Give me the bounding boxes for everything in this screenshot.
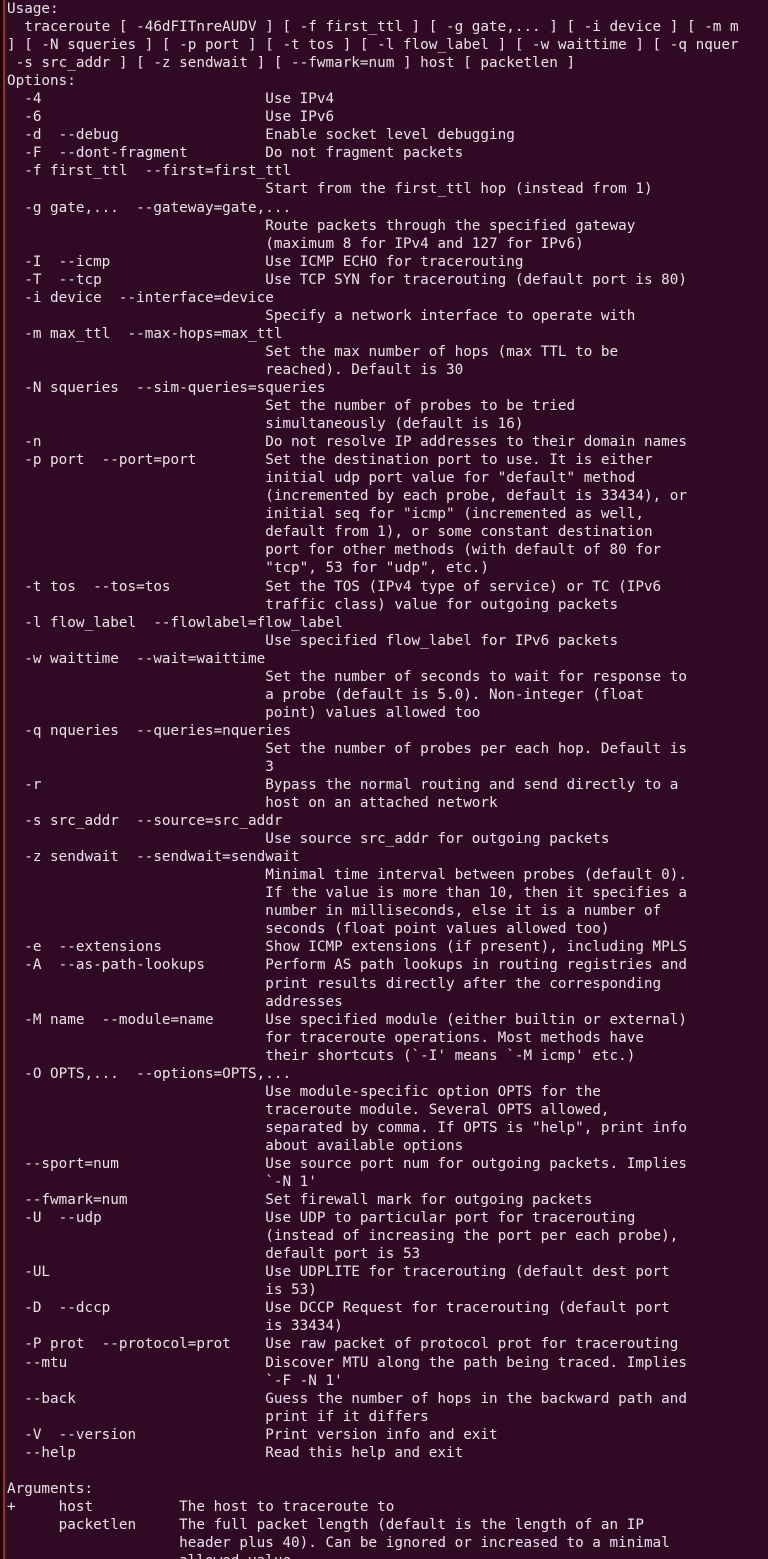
terminal-line: -e --extensions Show ICMP extensions (if… bbox=[7, 939, 687, 956]
terminal-line: traceroute [ -46dFITnreAUDV ] [ -f first… bbox=[7, 19, 739, 36]
terminal-line: print if it differs bbox=[7, 1408, 429, 1425]
terminal-line: -p port --port=port Set the destination … bbox=[7, 452, 653, 469]
terminal-line: Specify a network interface to operate w… bbox=[7, 307, 636, 324]
terminal-line: initial udp port value for "default" met… bbox=[7, 470, 636, 487]
terminal-line: -d --debug Enable socket level debugging bbox=[7, 127, 515, 144]
terminal-line: ] [ -N squeries ] [ -p port ] [ -t tos ]… bbox=[7, 37, 739, 54]
terminal-line: a probe (default is 5.0). Non-integer (f… bbox=[7, 686, 644, 703]
terminal-line: --back Guess the number of hops in the b… bbox=[7, 1390, 687, 1407]
terminal-line: default from 1), or some constant destin… bbox=[7, 524, 653, 541]
terminal-line: `-N 1' bbox=[7, 1174, 317, 1191]
terminal-line: Use module-specific option OPTS for the bbox=[7, 1083, 601, 1100]
terminal-line: seconds (float point values allowed too) bbox=[7, 921, 610, 938]
terminal-line: Minimal time interval between probes (de… bbox=[7, 867, 687, 884]
terminal-line: -N squeries --sim-queries=squeries bbox=[7, 379, 326, 396]
terminal-line: -D --dccp Use DCCP Request for tracerout… bbox=[7, 1300, 670, 1317]
terminal-window[interactable]: Usage: traceroute [ -46dFITnreAUDV ] [ -… bbox=[0, 0, 768, 1559]
terminal-line: -r Bypass the normal routing and send di… bbox=[7, 777, 679, 794]
window-border-accent bbox=[3, 0, 5, 1559]
terminal-screen[interactable]: Usage: traceroute [ -46dFITnreAUDV ] [ -… bbox=[7, 0, 768, 1559]
terminal-line: -l flow_label --flowlabel=flow_label bbox=[7, 614, 343, 631]
terminal-line: (instead of increasing the port per each… bbox=[7, 1228, 679, 1245]
terminal-line: --sport=num Use source port num for outg… bbox=[7, 1156, 687, 1172]
terminal-line: -w waittime --wait=waittime bbox=[7, 650, 266, 667]
terminal-line: simultaneously (default is 16) bbox=[7, 416, 524, 433]
terminal-line: -V --version Print version info and exit bbox=[7, 1426, 498, 1443]
terminal-line: Set the max number of hops (max TTL to b… bbox=[7, 343, 619, 360]
terminal-line: -UL Use UDPLITE for tracerouting (defaul… bbox=[7, 1264, 670, 1281]
terminal-line: Options: bbox=[7, 73, 76, 90]
terminal-line: -i device --interface=device bbox=[7, 289, 274, 306]
terminal-line: default port is 53 bbox=[7, 1246, 421, 1263]
terminal-line: 3 bbox=[7, 758, 274, 775]
terminal-line: port for other methods (with default of … bbox=[7, 542, 662, 559]
terminal-line: is 53) bbox=[7, 1282, 317, 1299]
terminal-line: (incremented by each probe, default is 3… bbox=[7, 488, 687, 505]
terminal-line: -g gate,... --gateway=gate,... bbox=[7, 199, 292, 216]
window-border-outer bbox=[0, 0, 3, 1559]
terminal-line: "tcp", 53 for "udp", etc.) bbox=[7, 560, 490, 577]
terminal-line: -A --as-path-lookups Perform AS path loo… bbox=[7, 957, 687, 974]
terminal-line: + host The host to traceroute to bbox=[7, 1498, 395, 1515]
terminal-line: about available options bbox=[7, 1137, 464, 1154]
terminal-line: -s src_addr ] [ -z sendwait ] [ --fwmark… bbox=[7, 55, 576, 72]
terminal-line: --help Read this help and exit bbox=[7, 1444, 464, 1461]
terminal-line: traceroute module. Several OPTS allowed, bbox=[7, 1101, 610, 1118]
terminal-line: packetlen The full packet length (defaul… bbox=[7, 1516, 644, 1533]
terminal-line: Set the number of probes per each hop. D… bbox=[7, 740, 687, 757]
terminal-line: their shortcuts (`-I' means `-M icmp' et… bbox=[7, 1047, 636, 1064]
terminal-line: Use source src_addr for outgoing packets bbox=[7, 831, 610, 848]
terminal-line: initial seq for "icmp" (incremented as w… bbox=[7, 506, 644, 523]
terminal-line: Set the number of seconds to wait for re… bbox=[7, 668, 687, 685]
terminal-line: -4 Use IPv4 bbox=[7, 91, 335, 108]
terminal-line: reached). Default is 30 bbox=[7, 361, 464, 378]
terminal-line: --fwmark=num Set firewall mark for outgo… bbox=[7, 1192, 593, 1209]
terminal-line: Use specified flow_label for IPv6 packet… bbox=[7, 632, 619, 649]
terminal-line: -T --tcp Use TCP SYN for tracerouting (d… bbox=[7, 271, 687, 288]
terminal-line: -z sendwait --sendwait=sendwait bbox=[7, 849, 300, 866]
terminal-line: -m max_ttl --max-hops=max_ttl bbox=[7, 325, 283, 342]
terminal-line: addresses bbox=[7, 993, 343, 1010]
terminal-line: Route packets through the specified gate… bbox=[7, 217, 636, 234]
terminal-line: is 33434) bbox=[7, 1318, 343, 1335]
terminal-line: -F --dont-fragment Do not fragment packe… bbox=[7, 145, 464, 162]
terminal-line: -6 Use IPv6 bbox=[7, 109, 335, 126]
terminal-line: -n Do not resolve IP addresses to their … bbox=[7, 434, 687, 451]
terminal-line: traffic class) value for outgoing packet… bbox=[7, 596, 619, 613]
terminal-line: -U --udp Use UDP to particular port for … bbox=[7, 1210, 636, 1227]
terminal-line: number in milliseconds, else it is a num… bbox=[7, 903, 662, 920]
terminal-line: header plus 40). Can be ignored or incre… bbox=[7, 1534, 670, 1551]
terminal-line: Usage: bbox=[7, 1, 59, 17]
terminal-line: point) values allowed too bbox=[7, 704, 481, 721]
terminal-line: -q nqueries --queries=nqueries bbox=[7, 722, 292, 739]
terminal-line: Start from the first_ttl hop (instead fr… bbox=[7, 181, 653, 198]
terminal-line: -s src_addr --source=src_addr bbox=[7, 813, 283, 830]
terminal-line: -I --icmp Use ICMP ECHO for tracerouting bbox=[7, 253, 524, 270]
terminal-line: (maximum 8 for IPv4 and 127 for IPv6) bbox=[7, 235, 584, 252]
terminal-output: Usage: traceroute [ -46dFITnreAUDV ] [ -… bbox=[7, 0, 768, 1559]
terminal-line: separated by comma. If OPTS is "help", p… bbox=[7, 1119, 687, 1136]
terminal-line: `-F -N 1' bbox=[7, 1372, 343, 1389]
terminal-line: -f first_ttl --first=first_ttl bbox=[7, 163, 292, 180]
terminal-line: Arguments: bbox=[7, 1480, 94, 1497]
terminal-line: -t tos --tos=tos Set the TOS (IPv4 type … bbox=[7, 578, 662, 595]
terminal-line: host on an attached network bbox=[7, 795, 498, 812]
terminal-line: If the value is more than 10, then it sp… bbox=[7, 885, 687, 902]
terminal-line: for traceroute operations. Most methods … bbox=[7, 1029, 644, 1046]
terminal-line: print results directly after the corresp… bbox=[7, 975, 662, 992]
terminal-line: allowed value bbox=[7, 1552, 768, 1559]
terminal-line: --mtu Discover MTU along the path being … bbox=[7, 1354, 687, 1371]
terminal-line: -M name --module=name Use specified modu… bbox=[7, 1011, 687, 1028]
terminal-line: -P prot --protocol=prot Use raw packet o… bbox=[7, 1336, 679, 1353]
terminal-line: Set the number of probes to be tried bbox=[7, 398, 576, 415]
terminal-line: -O OPTS,... --options=OPTS,... bbox=[7, 1065, 292, 1082]
